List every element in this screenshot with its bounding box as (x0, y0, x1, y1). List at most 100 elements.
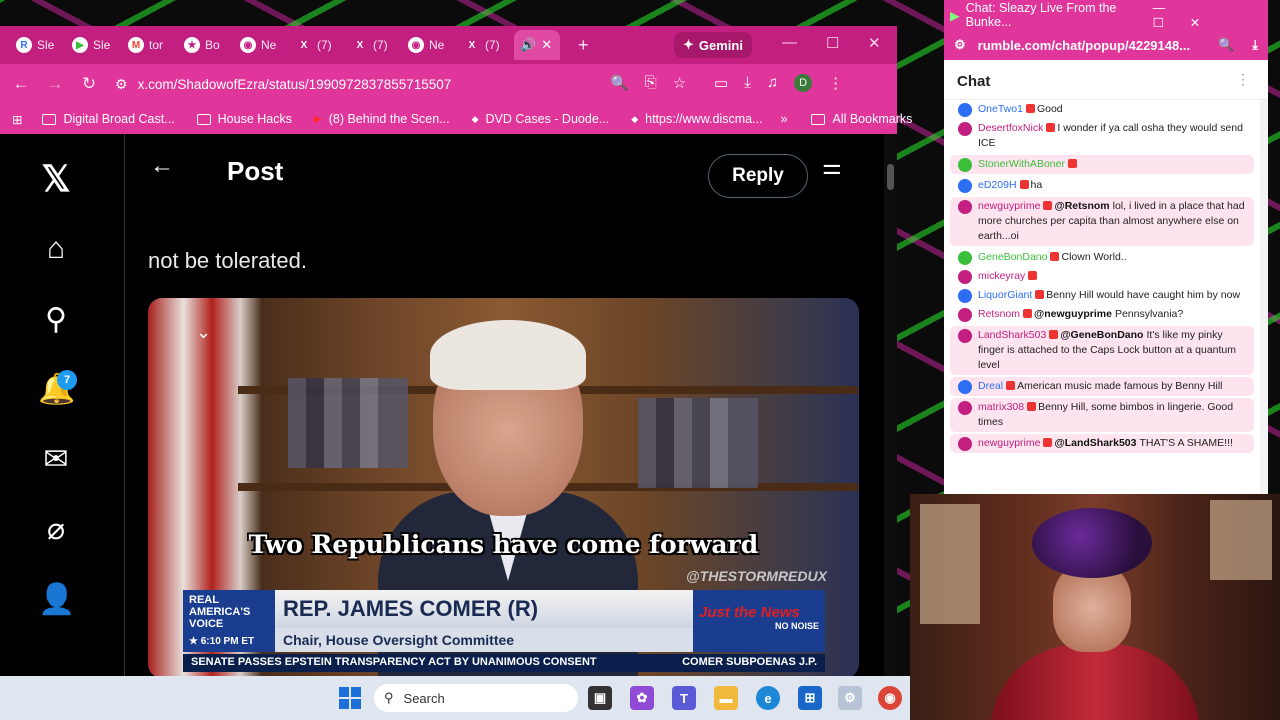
zoom-icon[interactable]: 🔍 (1218, 37, 1234, 53)
bookmark-item[interactable]: ▶ (8) Behind the Scen... (314, 112, 450, 126)
bookmark-item[interactable]: Digital Broad Cast... (42, 112, 175, 126)
store-icon[interactable]: ⊞ (798, 686, 822, 710)
profile-icon[interactable]: 👤 (38, 582, 75, 617)
chat-username[interactable]: Dreal (978, 380, 1003, 392)
gemini-button[interactable]: ✦ Gemini (674, 32, 752, 58)
page-scrollbar[interactable] (884, 134, 897, 676)
x-logo-icon[interactable]: 𝕏 (38, 158, 74, 200)
tab-2[interactable]: Mtor (122, 30, 178, 60)
back-arrow-icon[interactable]: ← (150, 152, 174, 180)
app-icon[interactable]: ⚙ (838, 686, 862, 710)
chat-username[interactable]: mickeyray (978, 270, 1025, 282)
grok-icon[interactable]: ⌀ (38, 512, 74, 547)
chat-menu-icon[interactable]: ⋮ (1236, 71, 1250, 88)
scroll-thumb[interactable] (887, 164, 894, 190)
bookmark-item[interactable]: ◆ DVD Cases - Duode... (472, 112, 610, 126)
bookmarks-bar: ⊞ Digital Broad Cast... House Hacks ▶ (8) B… (0, 104, 912, 134)
tab-7[interactable]: ◉ Ne (402, 30, 458, 60)
cast-icon[interactable]: ⎘ (645, 74, 657, 92)
more-bookmarks-icon[interactable]: » (781, 112, 788, 126)
avatar[interactable] (958, 270, 972, 284)
chat-username[interactable]: LiquorGiant (978, 289, 1032, 301)
forward-button[interactable]: → (38, 74, 72, 94)
video-player[interactable]: ⌄ Two Republicans have come forward @THE… (148, 298, 859, 676)
avatar[interactable] (958, 200, 972, 214)
post-header: ← Post Reply ⚌ (125, 134, 880, 210)
avatar[interactable] (958, 103, 972, 117)
site-info-icon[interactable]: ⚙ (954, 37, 966, 53)
url-text[interactable]: x.com/ShadowofEzra/status/19909728378557… (138, 77, 452, 92)
chat-scrollbar[interactable] (1260, 100, 1268, 494)
chevron-down-icon[interactable]: ⌄ (196, 322, 211, 343)
search-icon[interactable]: ⚲ (38, 302, 74, 337)
tab-1[interactable]: ▶ Sle (66, 30, 122, 60)
chat-url[interactable]: rumble.com/chat/popup/4229148... (978, 38, 1190, 53)
download-icon[interactable]: ⤓ (1252, 37, 1258, 53)
chat-username[interactable]: matrix308 (978, 401, 1024, 413)
home-icon[interactable]: ⌂ (38, 232, 74, 266)
reply-button[interactable]: Reply (708, 154, 808, 198)
minimize-button[interactable]: — (782, 34, 797, 51)
tab-3[interactable]: ★ Bo (178, 30, 234, 60)
tab-active[interactable]: 🔊 ✕ (514, 30, 560, 60)
copilot-icon[interactable]: ✿ (630, 686, 654, 710)
avatar[interactable] (958, 401, 972, 415)
back-button[interactable]: ← (4, 74, 38, 94)
tab-4[interactable]: ◉ Ne (234, 30, 290, 60)
bookmark-item[interactable]: House Hacks (196, 112, 292, 126)
bookmark-item[interactable]: ◆ https://www.discma... (631, 112, 762, 126)
menu-icon[interactable]: ⋮ (828, 74, 843, 92)
tab-close-icon[interactable]: ✕ (541, 37, 552, 53)
new-tab-button[interactable]: + (578, 35, 589, 56)
reload-button[interactable]: ↻ (72, 74, 106, 94)
maximize-button[interactable]: ☐ (826, 34, 839, 52)
chat-username[interactable]: LandShark503 (978, 329, 1046, 341)
close-window-button[interactable]: ✕ (868, 34, 881, 52)
task-view-icon[interactable]: ▣ (588, 686, 612, 710)
avatar[interactable] (958, 329, 972, 343)
bookmark-star-icon[interactable]: ☆ (673, 74, 686, 92)
avatar[interactable] (958, 179, 972, 193)
ticker-left: SENATE PASSES EPSTEIN TRANSPARENCY ACT B… (191, 656, 597, 668)
avatar[interactable] (958, 158, 972, 172)
start-button[interactable] (339, 687, 361, 709)
tab-0[interactable]: R Sle (10, 30, 66, 60)
avatar[interactable] (958, 122, 972, 136)
chat-username[interactable]: DesertfoxNick (978, 122, 1043, 134)
avatar[interactable] (958, 289, 972, 303)
tab-8[interactable]: X (7) (458, 30, 514, 60)
tab-5[interactable]: X (7) (290, 30, 346, 60)
bookmark-list: Digital Broad Cast... House Hacks ▶ (8) Beh… (42, 112, 784, 126)
url-box[interactable]: ⚙ x.com/ShadowofEzra/status/199097283785… (115, 69, 693, 99)
tab-search-icon[interactable]: ▭ (714, 74, 728, 92)
media-icon[interactable]: ♫ (767, 74, 778, 92)
mail-icon[interactable]: ✉ (38, 442, 74, 477)
avatar[interactable] (958, 251, 972, 265)
profile-avatar[interactable]: D (794, 74, 813, 92)
avatar[interactable] (958, 380, 972, 394)
chat-window-controls[interactable]: —☐✕ (1153, 1, 1254, 30)
chat-message: newguyprime @Retsnom lol, i lived in a pla… (950, 197, 1254, 246)
chat-window: ▶ Chat: Sleazy Live From the Bunke... —☐… (944, 0, 1268, 494)
taskbar-search[interactable]: ⚲ Search (374, 684, 578, 712)
download-icon[interactable]: ⤓ (744, 74, 751, 92)
chat-username[interactable]: newguyprime (978, 437, 1040, 449)
chat-username[interactable]: eD209H (978, 179, 1017, 191)
all-bookmarks[interactable]: All Bookmarks (811, 112, 912, 126)
site-info-icon[interactable]: ⚙ (115, 76, 128, 93)
chat-username[interactable]: Retsnom (978, 308, 1020, 320)
sliders-icon[interactable]: ⚌ (822, 154, 842, 180)
chat-username[interactable]: GeneBonDano (978, 251, 1047, 263)
teams-icon[interactable]: T (672, 686, 696, 710)
chat-username[interactable]: OneTwo1 (978, 103, 1023, 115)
tab-6[interactable]: X (7) (346, 30, 402, 60)
edge-icon[interactable]: e (756, 686, 780, 710)
apps-icon[interactable]: ⊞ (12, 112, 22, 127)
file-explorer-icon[interactable]: ▬ (714, 686, 738, 710)
chat-username[interactable]: StonerWithABoner (978, 158, 1065, 170)
avatar[interactable] (958, 308, 972, 322)
chrome-icon[interactable]: ◉ (878, 686, 902, 710)
zoom-icon[interactable]: 🔍 (610, 74, 629, 92)
chat-username[interactable]: newguyprime (978, 200, 1040, 212)
avatar[interactable] (958, 437, 972, 451)
